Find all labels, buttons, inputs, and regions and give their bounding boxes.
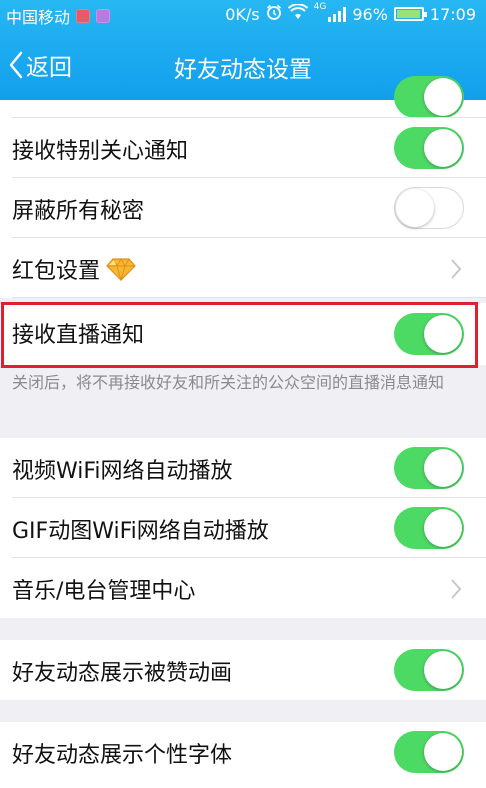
live-notify-toggle[interactable] [394,313,464,355]
setting-block-secrets: 屏蔽所有秘密 [0,178,486,238]
setting-red-packet[interactable]: 红包设置 [0,238,486,298]
notification-image-icon [96,9,111,23]
setting-label: 视频WiFi网络自动播放 [12,459,233,484]
setting-label: GIF动图WiFi网络自动播放 [12,519,269,544]
setting-custom-font: 好友动态展示个性字体 [0,722,486,788]
clock: 17:09 [429,4,476,24]
gif-autoplay-toggle[interactable] [394,507,464,549]
setting-label: 好友动态展示被赞动画 [12,661,233,686]
custom-font-toggle[interactable] [394,731,464,773]
diamond-icon [106,257,136,281]
status-bar: 中国移动 0K/s 4G 96% 17:09 [0,0,486,30]
carrier-name: 中国移动 [6,8,71,27]
setting-label: 音乐/电台管理中心 [12,579,196,604]
setting-label: 红包设置 [12,259,101,284]
setting-like-animation: 好友动态展示被赞动画 [0,640,486,700]
setting-gif-autoplay: GIF动图WiFi网络自动播放 [0,498,486,558]
notification-app-icon [76,9,91,23]
setting-video-autoplay: 视频WiFi网络自动播放 [0,438,486,498]
live-notify-description: 关闭后，将不再接收好友和所关注的公众空间的直播消息通知 [12,373,445,392]
setting-label: 接收特别关心通知 [12,139,189,164]
chevron-right-icon [451,579,462,599]
setting-label: 屏蔽所有秘密 [12,199,145,224]
video-autoplay-toggle[interactable] [394,447,464,489]
wifi-icon [287,3,308,24]
special-care-toggle[interactable] [394,127,464,169]
network-speed: 0K/s [225,4,260,24]
network-type: 4G [313,2,327,12]
setting-music-center[interactable]: 音乐/电台管理中心 [0,558,486,618]
like-animation-toggle[interactable] [394,649,464,691]
setting-special-care: 接收特别关心通知 [0,118,486,178]
setting-label: 好友动态展示个性字体 [12,743,233,768]
setting-label: 接收直播通知 [12,323,145,348]
alarm-icon [266,4,282,24]
battery-icon [393,7,427,21]
list-item-partial [0,76,486,118]
toggle-switch[interactable] [394,76,464,118]
setting-label-wrap: 红包设置 [12,253,136,285]
chevron-right-icon [451,259,462,279]
block-secrets-toggle[interactable] [394,187,464,229]
battery-percent: 96% [352,4,388,24]
setting-live-notify: 接收直播通知 [0,303,486,365]
signal-icon [328,6,347,22]
